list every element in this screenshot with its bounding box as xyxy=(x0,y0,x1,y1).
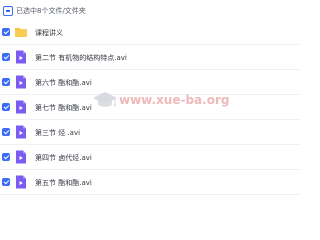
list-item[interactable]: 第四节 卤代烃.avi xyxy=(0,145,300,170)
item-name: 第三节 烃 .avi xyxy=(35,129,81,137)
video-file-icon xyxy=(16,75,26,89)
list-item[interactable]: 第六节 酯和酯.avi xyxy=(0,70,300,95)
list-item[interactable]: 第三节 烃 .avi xyxy=(0,120,300,145)
item-name: 第六节 酯和酯.avi xyxy=(35,79,92,87)
selection-header: 已选中8个文件/文件夹 xyxy=(0,0,300,20)
list-item[interactable]: 第七节 酯和酯.avi xyxy=(0,95,300,120)
selection-count-text: 已选中8个文件/文件夹 xyxy=(16,7,86,15)
item-checkbox[interactable] xyxy=(2,53,10,61)
item-checkbox[interactable] xyxy=(2,78,10,86)
file-list: 课程讲义 第二节 有机物的结构特点.avi 第六节 酯和酯.avi 第七节 酯和… xyxy=(0,20,300,200)
item-name: 第七节 酯和酯.avi xyxy=(35,104,92,112)
folder-icon xyxy=(15,28,27,37)
list-item[interactable]: 第二节 有机物的结构特点.avi xyxy=(0,45,300,70)
item-name: 第四节 卤代烃.avi xyxy=(35,154,92,162)
item-name: 第五节 酯和酯.avi xyxy=(35,179,92,187)
list-item[interactable]: 第五节 酯和酯.avi xyxy=(0,170,300,195)
video-file-icon xyxy=(16,125,26,139)
video-file-icon xyxy=(16,50,26,64)
select-all-checkbox[interactable] xyxy=(3,6,13,16)
video-file-icon xyxy=(16,100,26,114)
item-checkbox[interactable] xyxy=(2,28,10,36)
item-checkbox[interactable] xyxy=(2,103,10,111)
item-name: 第二节 有机物的结构特点.avi xyxy=(35,54,127,62)
list-item[interactable]: 课程讲义 xyxy=(0,20,300,45)
item-checkbox[interactable] xyxy=(2,178,10,186)
item-checkbox[interactable] xyxy=(2,153,10,161)
video-file-icon xyxy=(16,175,26,189)
video-file-icon xyxy=(16,150,26,164)
item-checkbox[interactable] xyxy=(2,128,10,136)
item-name: 课程讲义 xyxy=(35,29,63,37)
file-selection-panel: 已选中8个文件/文件夹 课程讲义 第二节 有机物的结构特点.avi 第六节 酯和… xyxy=(0,0,300,200)
list-item-partial[interactable] xyxy=(0,195,300,200)
